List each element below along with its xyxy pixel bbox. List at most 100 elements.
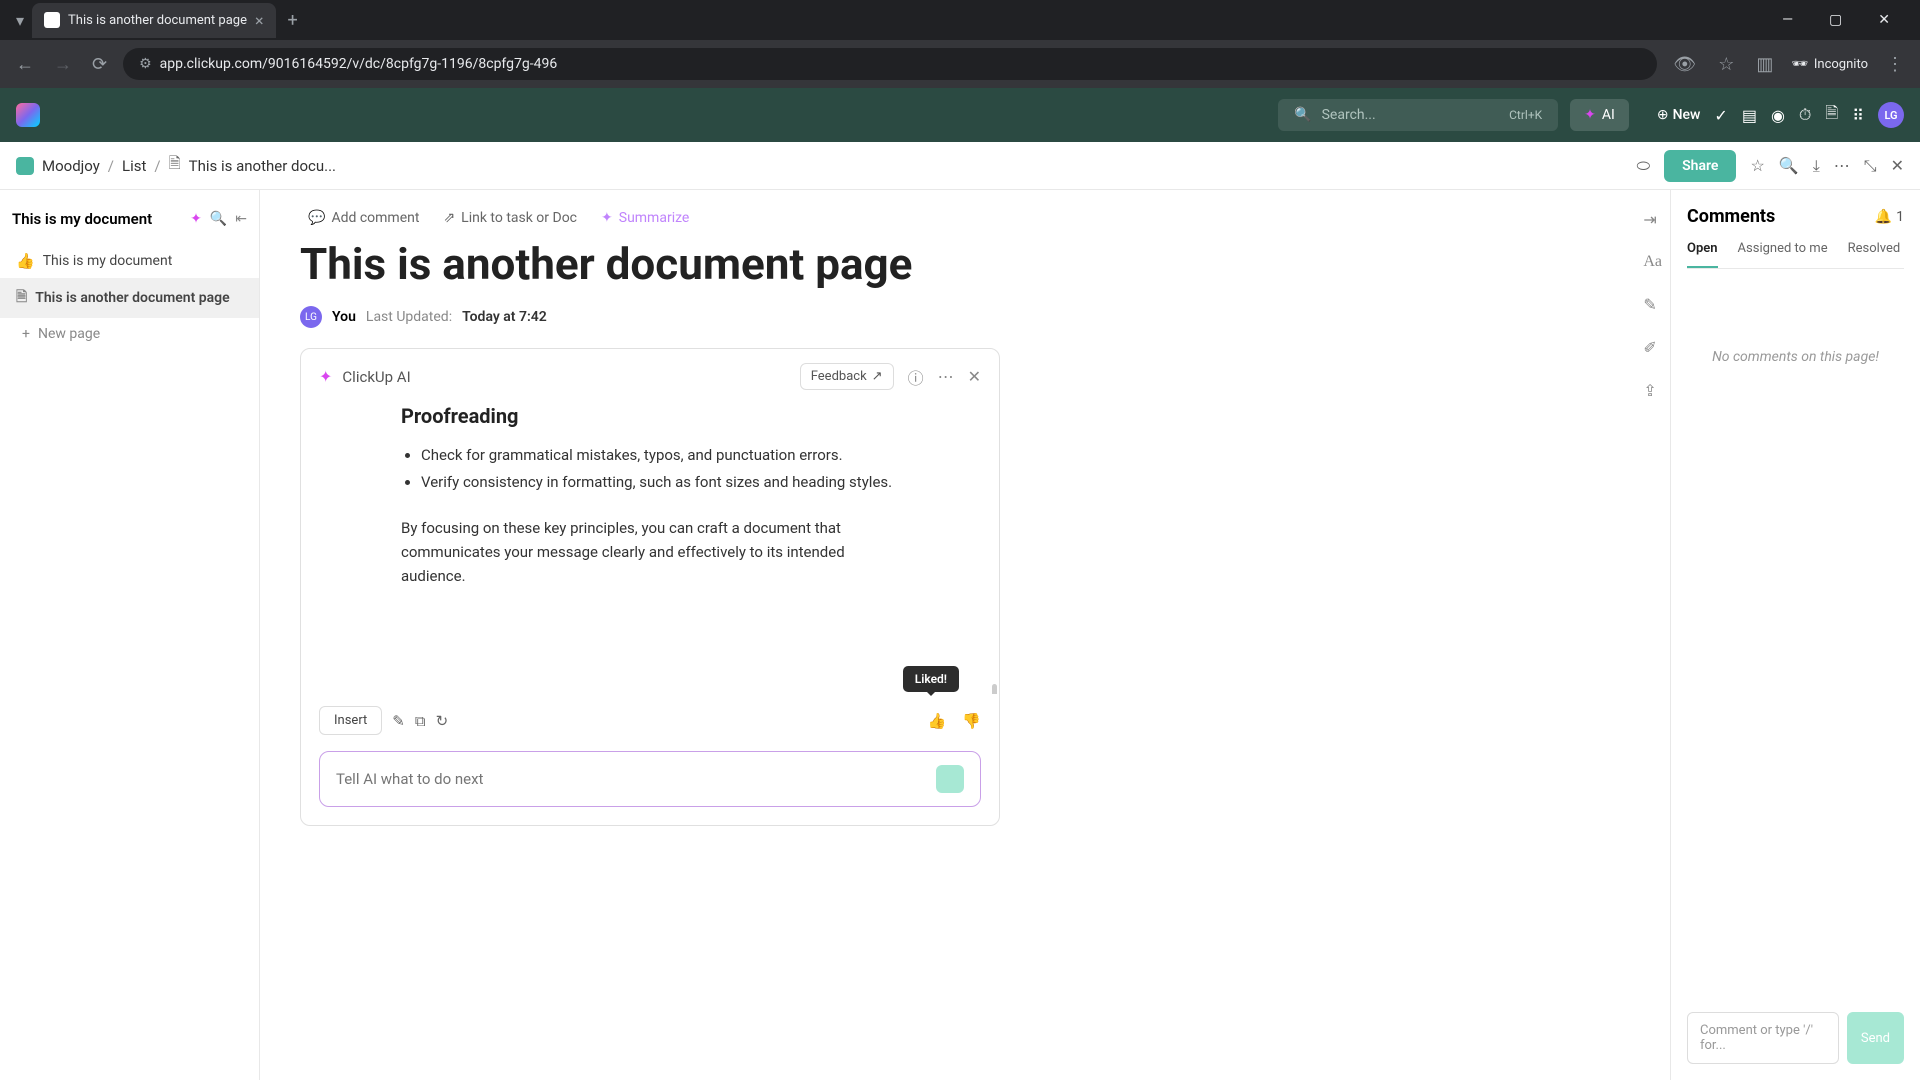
- breadcrumb-sep: /: [154, 157, 160, 175]
- header-actions: ⊕ New ✓ ▤ ◉ ⏱ 🗎 ⠿ LG: [1657, 102, 1904, 129]
- new-tab-button[interactable]: +: [276, 10, 310, 31]
- sidebar: This is my document ✦ 🔍 ⇤ 👍 This is my d…: [0, 190, 260, 1080]
- sidebar-item-page[interactable]: 🗎 This is another document page: [0, 278, 259, 318]
- check-circle-icon[interactable]: ✓: [1714, 106, 1727, 125]
- collapse-sidebar-icon[interactable]: ⇤: [235, 211, 247, 227]
- comment-icon: 💬: [308, 210, 325, 226]
- add-comment-button[interactable]: 💬 Add comment: [308, 210, 419, 226]
- doc-icon[interactable]: 🗎: [1825, 102, 1838, 129]
- breadcrumb-workspace[interactable]: Moodjoy: [42, 157, 100, 175]
- tab-open[interactable]: Open: [1687, 241, 1718, 268]
- comments-notifications[interactable]: 🔔 1: [1875, 209, 1904, 225]
- close-window-icon[interactable]: ✕: [1864, 4, 1904, 36]
- thumbs-down-icon[interactable]: 👎: [962, 712, 981, 730]
- thumbs-up-icon[interactable]: 👍: [928, 712, 947, 730]
- record-icon[interactable]: ◉: [1771, 106, 1785, 125]
- ai-sparkle-icon: ✦: [1584, 107, 1596, 123]
- info-icon[interactable]: ⓘ: [908, 365, 924, 389]
- browser-menu-icon[interactable]: ⋮: [1882, 50, 1908, 79]
- download-icon[interactable]: ⤓: [1813, 156, 1820, 176]
- font-icon[interactable]: Aa: [1643, 253, 1662, 271]
- app-logo[interactable]: [16, 103, 40, 127]
- comments-tabs: Open Assigned to me Resolved: [1687, 241, 1904, 269]
- send-button[interactable]: [936, 765, 964, 793]
- avatar-initials: LG: [1884, 109, 1897, 122]
- more-icon[interactable]: ⋯: [1834, 156, 1850, 175]
- ai-button[interactable]: ✦ AI: [1570, 99, 1629, 131]
- workspace-icon[interactable]: [16, 157, 34, 175]
- forward-icon[interactable]: →: [50, 50, 76, 79]
- notif-count: 1: [1896, 209, 1904, 225]
- user-avatar[interactable]: LG: [1878, 102, 1904, 128]
- edit-icon[interactable]: ✎: [392, 712, 405, 730]
- summarize-button[interactable]: ✦ Summarize: [601, 210, 689, 226]
- search-icon[interactable]: 🔍: [1779, 156, 1799, 175]
- url-field[interactable]: ⚙ app.clickup.com/9016164592/v/dc/8cpfg7…: [123, 48, 1657, 80]
- search-icon[interactable]: 🔍: [210, 211, 227, 227]
- incognito-icon: 🕶: [1791, 57, 1808, 72]
- more-icon[interactable]: ⋯: [938, 367, 954, 386]
- insert-button[interactable]: Insert: [319, 706, 382, 735]
- new-page-label: New page: [38, 326, 100, 342]
- tab-resolved[interactable]: Resolved: [1848, 241, 1901, 268]
- breadcrumb-list[interactable]: List: [122, 157, 146, 175]
- ai-input[interactable]: [319, 751, 981, 807]
- ai-name: ClickUp AI: [342, 368, 410, 386]
- link-task-label: Link to task or Doc: [461, 210, 577, 226]
- notepad-icon[interactable]: ▤: [1742, 106, 1757, 125]
- apps-icon[interactable]: ⠿: [1852, 106, 1864, 125]
- site-settings-icon[interactable]: ⚙: [139, 56, 152, 72]
- no-comments-message: No comments on this page!: [1687, 349, 1904, 365]
- main-layout: This is my document ✦ 🔍 ⇤ 👍 This is my d…: [0, 190, 1920, 1080]
- share-icon[interactable]: ⇪: [1643, 381, 1662, 400]
- tag-icon[interactable]: ⬭: [1636, 156, 1650, 176]
- wand-icon[interactable]: ✎: [1643, 295, 1662, 314]
- url-text: app.clickup.com/9016164592/v/dc/8cpfg7g-…: [160, 56, 558, 72]
- ai-text-input[interactable]: [336, 770, 936, 788]
- author-name: You: [332, 309, 356, 325]
- star-icon[interactable]: ☆: [1750, 156, 1764, 175]
- sidebar-item-label: This is another document page: [35, 290, 229, 306]
- ai-footer: Liked! Insert ✎ ⧉ ↻ 👍 👎: [301, 694, 999, 747]
- maximize-icon[interactable]: ▢: [1815, 4, 1856, 36]
- ai-paragraph: By focusing on these key principles, you…: [401, 516, 901, 588]
- minimize-icon[interactable]: —: [1768, 4, 1807, 36]
- tab-assigned[interactable]: Assigned to me: [1738, 241, 1828, 268]
- sidebar-item-doc[interactable]: 👍 This is my document: [0, 244, 259, 278]
- close-icon[interactable]: ✕: [968, 367, 981, 386]
- scrollbar[interactable]: [992, 684, 997, 694]
- ai-sparkle-icon[interactable]: ✦: [190, 211, 202, 227]
- collapse-icon[interactable]: ⤡: [1864, 156, 1877, 176]
- incognito-badge[interactable]: 🕶 Incognito: [1791, 57, 1868, 72]
- feedback-button[interactable]: Feedback ↗: [800, 363, 894, 390]
- new-page-button[interactable]: + New page: [0, 318, 259, 350]
- reload-icon[interactable]: ⟳: [88, 50, 111, 79]
- edit-icon[interactable]: ✐: [1643, 338, 1662, 357]
- ai-label: AI: [1602, 107, 1615, 123]
- browser-tab[interactable]: This is another document page ×: [32, 3, 276, 38]
- comment-send-button[interactable]: Send: [1847, 1012, 1904, 1064]
- copy-icon[interactable]: ⧉: [415, 712, 426, 730]
- ai-panel: ✦ ClickUp AI Feedback ↗ ⓘ ⋯ ✕ Proofreadi…: [300, 348, 1000, 826]
- timer-icon[interactable]: ⏱: [1799, 105, 1811, 125]
- tab-close-icon[interactable]: ×: [255, 11, 264, 30]
- author-avatar[interactable]: LG: [300, 306, 322, 328]
- new-button[interactable]: ⊕ New: [1657, 107, 1701, 123]
- panel-icon[interactable]: ▥: [1752, 50, 1777, 79]
- expand-icon[interactable]: ⇥: [1643, 210, 1662, 229]
- tab-title: This is another document page: [68, 13, 247, 28]
- breadcrumb-page[interactable]: This is another docu...: [189, 157, 336, 175]
- page-title[interactable]: This is another document page: [300, 238, 1630, 290]
- share-button[interactable]: Share: [1664, 150, 1736, 182]
- comments-header: Comments 🔔 1: [1687, 206, 1904, 227]
- back-icon[interactable]: ←: [12, 50, 38, 79]
- hide-icon[interactable]: 👁: [1669, 50, 1700, 79]
- comment-input[interactable]: Comment or type '/' for...: [1687, 1012, 1839, 1064]
- close-icon[interactable]: ✕: [1891, 156, 1904, 175]
- bookmark-icon[interactable]: ☆: [1714, 50, 1738, 79]
- retry-icon[interactable]: ↻: [436, 712, 449, 730]
- tab-dropdown-icon[interactable]: ▾: [8, 11, 32, 30]
- search-input[interactable]: 🔍 Search... Ctrl+K: [1278, 99, 1558, 131]
- link-task-button[interactable]: ⇗ Link to task or Doc: [443, 210, 577, 226]
- browser-chrome: ▾ This is another document page × + — ▢ …: [0, 0, 1920, 88]
